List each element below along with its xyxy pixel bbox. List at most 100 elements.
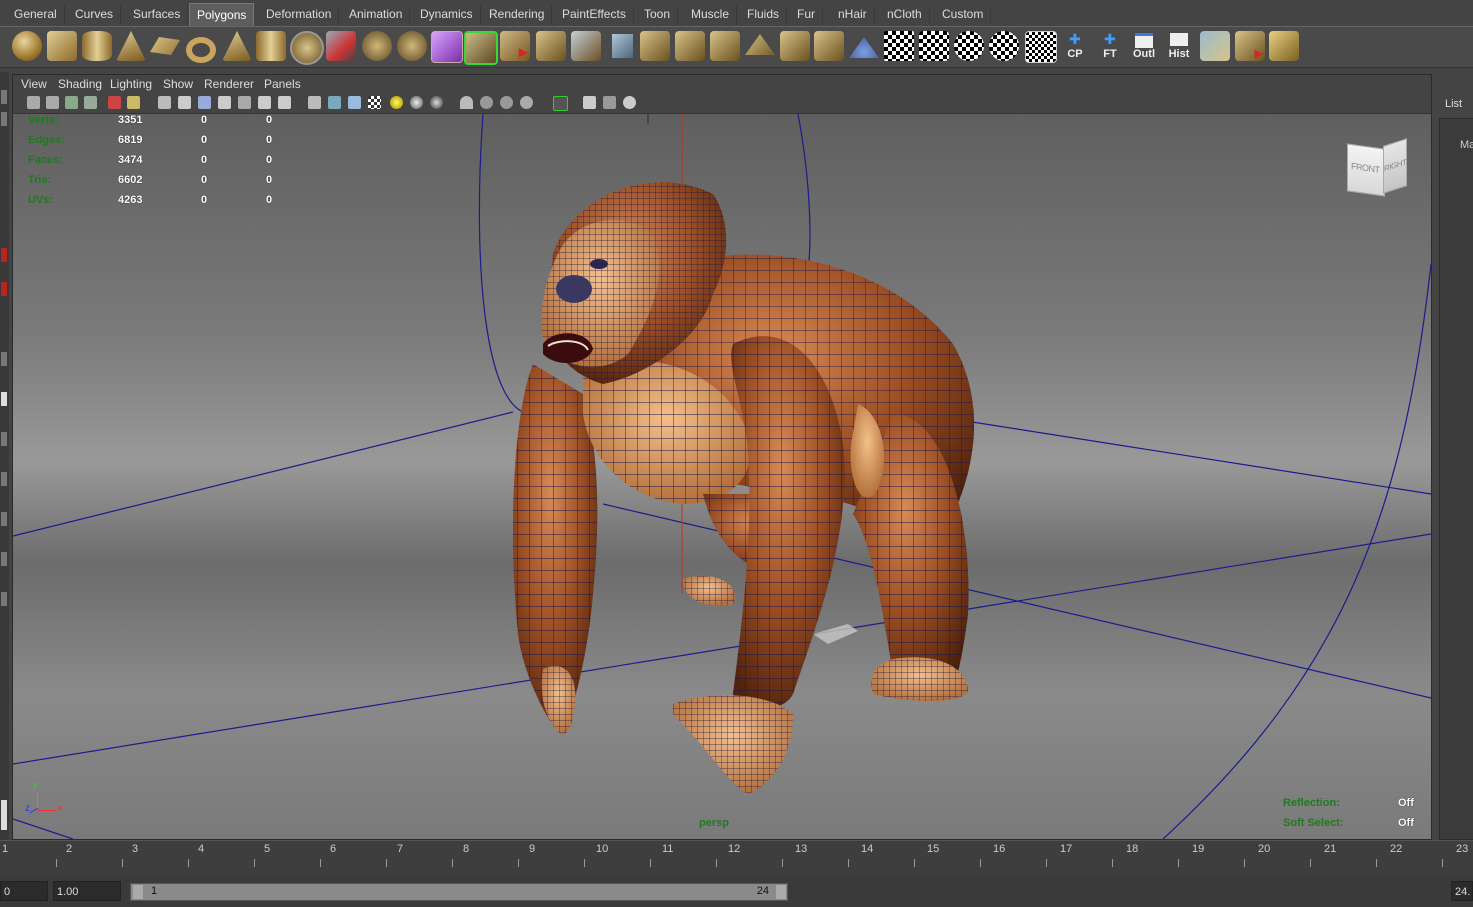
extrude-icon[interactable] [464,31,498,65]
list-menu[interactable]: List [1445,98,1462,110]
smooth-shade-icon[interactable] [328,96,341,109]
view-cube-right-face[interactable]: RIGHT [1383,138,1407,194]
strip-button[interactable] [1,392,7,406]
wedge-icon[interactable] [814,31,844,61]
merge-icon[interactable] [745,34,775,55]
bridge-icon[interactable]: ▶ [500,31,530,61]
xray-joints-icon[interactable] [500,96,513,109]
tab-polygons[interactable]: Polygons [189,3,255,26]
poly-cube-icon[interactable] [47,31,77,61]
sculpt-icon[interactable] [849,37,879,58]
strip-button[interactable] [1,352,7,366]
safe-title-icon[interactable] [238,96,251,109]
gate-mask-icon[interactable] [178,96,191,109]
append-polygon-icon[interactable] [536,31,566,61]
uv-checker-icon[interactable] [884,31,914,61]
use-all-lights-icon[interactable] [390,96,403,109]
smooth-icon[interactable] [397,31,427,61]
collapse-icon[interactable] [780,31,810,61]
menu-renderer[interactable]: Renderer [204,77,254,91]
image-plane-icon[interactable] [84,96,97,109]
wireframe-on-shaded-icon[interactable] [348,96,361,109]
share-icon[interactable] [623,96,636,109]
poly-plane-icon[interactable] [150,37,180,55]
bevel-icon[interactable] [710,31,740,61]
tab-deformation[interactable]: Deformation [259,5,340,24]
strip-button[interactable] [1,248,7,262]
tab-nhair[interactable]: nHair [831,5,875,24]
textured-icon[interactable] [368,96,381,109]
tab-dynamics[interactable]: Dynamics [413,5,481,24]
spherical-map-icon[interactable] [989,31,1019,61]
split-polygon-icon[interactable] [612,34,633,58]
start-time-field[interactable]: 1.00 [53,881,121,901]
select-tool-icon[interactable]: ▶ [1235,31,1265,61]
gorilla-model[interactable] [513,182,974,794]
center-pivot-button[interactable]: ✚ CP [1060,31,1090,61]
end-frame-field[interactable]: 24. [1451,881,1473,901]
poly-sphere-icon[interactable] [12,31,42,61]
camera-toggle-icon[interactable] [583,96,596,109]
strip-button[interactable] [1,472,7,486]
history-button[interactable]: Hist [1164,31,1194,61]
tab-curves[interactable]: Curves [68,5,122,24]
tab-animation[interactable]: Animation [342,5,411,24]
freeze-transforms-button[interactable]: ✚ FT [1095,31,1125,61]
wireframe-icon[interactable] [308,96,321,109]
insert-edge-loop-icon[interactable] [640,31,670,61]
tab-muscle[interactable]: Muscle [684,5,738,24]
separate-icon[interactable] [362,31,392,61]
uv-editor-icon[interactable] [1200,31,1230,61]
range-slider-start-handle[interactable] [133,885,143,899]
tab-general[interactable]: General [7,5,65,24]
menu-shading[interactable]: Shading [58,77,102,91]
outliner-button[interactable]: Outl [1129,31,1159,61]
poly-torus-icon[interactable] [186,37,216,63]
xray-icon[interactable] [480,96,493,109]
hud-toggle-icon[interactable] [258,96,271,109]
tab-toon[interactable]: Toon [637,5,679,24]
film-gate-icon[interactable] [127,96,140,109]
poly-cone-icon[interactable] [116,31,146,61]
view-cube[interactable]: FRONT RIGHT [1343,138,1409,200]
range-slider-end-handle[interactable] [776,885,786,899]
tab-fur[interactable]: Fur [790,5,823,24]
select-highlight-icon[interactable] [553,96,568,111]
strip-button[interactable] [1,800,7,830]
bookmarks-icon[interactable] [65,96,78,109]
tab-rendering[interactable]: Rendering [482,5,553,24]
tab-fluids[interactable]: Fluids [740,5,788,24]
two-panes-icon[interactable] [603,96,616,109]
view-cube-front-face[interactable]: FRONT [1347,143,1385,197]
cylindrical-map-icon[interactable] [954,31,984,61]
time-slider[interactable]: 1 2 3 4 5 6 7 8 9 10 11 12 13 14 15 16 1… [0,840,1473,877]
strip-button[interactable] [1,282,7,296]
field-chart-icon[interactable] [198,96,211,109]
offset-edge-loop-icon[interactable] [675,31,705,61]
planar-map-icon[interactable] [919,31,949,61]
create-polygon-icon[interactable] [571,31,601,61]
text-toggle-icon[interactable] [278,96,291,109]
xray-components-icon[interactable] [520,96,533,109]
strip-button[interactable] [1,512,7,526]
safe-action-icon[interactable] [218,96,231,109]
start-frame-field[interactable]: 0 [0,881,48,901]
menu-show[interactable]: Show [163,77,193,91]
transfer-icon[interactable] [1269,31,1299,61]
strip-button[interactable] [1,112,7,126]
select-camera-icon[interactable] [27,96,40,109]
menu-view[interactable]: View [21,77,47,91]
auto-map-icon[interactable] [1025,31,1057,63]
tab-custom[interactable]: Custom [935,5,992,24]
strip-button[interactable] [1,552,7,566]
strip-button[interactable] [1,432,7,446]
resolution-gate-icon[interactable] [158,96,171,109]
3d-viewport[interactable]: Verts: 3351 0 0 Edges: 6819 0 0 Faces: 3… [13,114,1431,839]
combine-icon[interactable] [326,31,356,61]
high-quality-icon[interactable] [430,96,443,109]
camera-attributes-icon[interactable] [46,96,59,109]
mirror-geometry-icon[interactable] [431,31,463,63]
tab-painteffects[interactable]: PaintEffects [555,5,634,24]
menu-panels[interactable]: Panels [264,77,301,91]
poly-pipe-icon[interactable] [256,31,286,61]
